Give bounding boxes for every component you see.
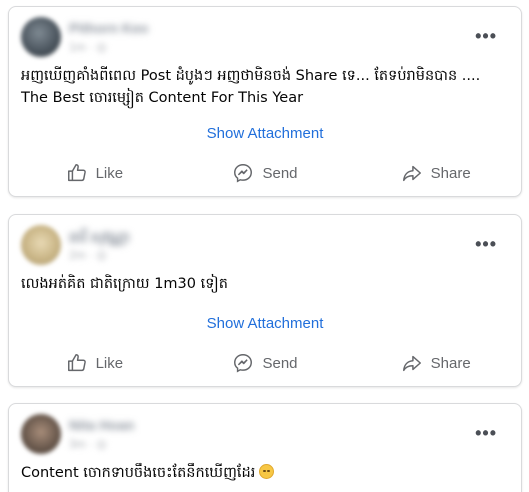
like-button[interactable]: Like (9, 155, 180, 191)
post-card: Nita Hoan 3m · ◎ ••• Content ចោកទាបចឹងចេ… (8, 403, 522, 492)
share-arrow-icon (402, 355, 421, 372)
like-button[interactable]: Like (9, 345, 180, 381)
share-label: Share (430, 354, 471, 372)
share-button[interactable]: Share (350, 155, 521, 191)
show-attachment-link[interactable]: Show Attachment (9, 315, 521, 332)
share-arrow-icon (402, 165, 421, 182)
author-name[interactable]: Pithorn Keo (69, 20, 148, 36)
author-name[interactable]: ធារី សុវណ្ណា (69, 228, 130, 249)
post-timestamp[interactable]: 3m · ◎ (69, 437, 107, 451)
post-card: Pithorn Keo 1m · ◎ ••• អញឃើញគាំងពីពេល Po… (8, 6, 522, 197)
thumbs-up-icon (67, 164, 86, 182)
avatar[interactable] (21, 17, 61, 57)
post-header: Pithorn Keo 1m · ◎ ••• (21, 17, 511, 61)
post-text: Content ចោកទាបចឹងចេះតែនឹកឃើញដែរ (21, 462, 503, 484)
post-header: ធារី សុវណ្ណា 2m · ◎ ••• (21, 225, 511, 269)
send-button[interactable]: Send (180, 155, 351, 191)
more-dots-icon[interactable]: ••• (475, 27, 497, 45)
post-card: ធារី សុវណ្ណា 2m · ◎ ••• លេងអត់គិត ជាតិក្… (8, 214, 522, 387)
messenger-icon (234, 164, 253, 183)
send-label: Send (262, 354, 298, 372)
avatar[interactable] (21, 414, 61, 454)
messenger-icon (234, 354, 253, 373)
author-name[interactable]: Nita Hoan (69, 417, 134, 433)
like-label: Like (95, 164, 124, 182)
post-text: លេងអត់គិត ជាតិក្រោយ 1m30 ទៀត (21, 276, 228, 292)
share-button[interactable]: Share (350, 345, 521, 381)
post-timestamp[interactable]: 2m · ◎ (69, 248, 107, 262)
more-dots-icon[interactable]: ••• (475, 235, 497, 253)
post-actions: Like Send Share (9, 155, 521, 191)
show-attachment-link[interactable]: Show Attachment (9, 125, 521, 142)
post-text-content: Content ចោកទាបចឹងចេះតែនឹកឃើញដែរ (21, 465, 256, 481)
relieved-face-emoji (259, 464, 275, 479)
post-actions: Like Send Share (9, 345, 521, 381)
share-label: Share (430, 164, 471, 182)
like-label: Like (95, 354, 124, 372)
post-timestamp[interactable]: 1m · ◎ (69, 40, 107, 54)
more-dots-icon[interactable]: ••• (475, 424, 497, 442)
thumbs-up-icon (67, 354, 86, 372)
send-button[interactable]: Send (180, 345, 351, 381)
post-header: Nita Hoan 3m · ◎ ••• (21, 414, 511, 458)
avatar[interactable] (21, 225, 61, 265)
post-text: អញឃើញគាំងពីពេល Post ដំបូងៗ អញថាមិនចង់ Sh… (21, 68, 481, 106)
send-label: Send (262, 164, 298, 182)
